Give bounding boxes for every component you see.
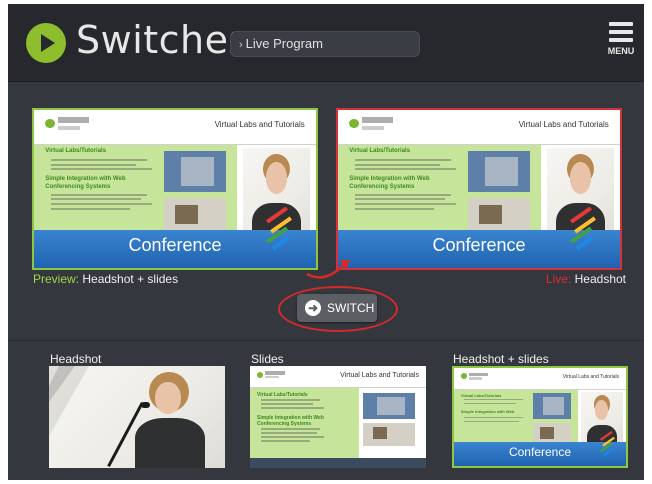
hamburger-icon <box>609 22 633 26</box>
slide-logo <box>45 117 90 131</box>
arrow-right-icon: ➜ <box>305 300 321 316</box>
live-key: Live: <box>545 272 572 286</box>
hamburger-icon-bar <box>609 30 633 34</box>
slide-heading: Conferencing Systems <box>349 184 415 191</box>
slide-header: Virtual Labs and Tutorials <box>338 110 620 145</box>
chevron-right-icon: › <box>239 39 243 51</box>
app-header: Switcher › Live Program MENU <box>8 4 644 82</box>
source-headshot-slides[interactable]: Virtual Labs and Tutorials Virtual Labs/… <box>452 366 628 468</box>
slide-title: Virtual Labs and Tutorials <box>214 120 305 130</box>
program-select[interactable]: › Live Program <box>230 31 420 57</box>
slide-heading: Virtual Labs/Tutorials <box>460 392 502 398</box>
slide-logo <box>349 117 394 131</box>
switch-button[interactable]: ➜ SWITCH <box>297 294 377 322</box>
preview-slide: Virtual Labs and Tutorials Virtual Labs/… <box>34 110 316 268</box>
conference-logo-icon <box>570 207 597 251</box>
source-slides[interactable]: Virtual Labs and Tutorials Virtual Labs/… <box>250 366 426 468</box>
headshot-slides-thumbnail: Virtual Labs and Tutorials Virtual Labs/… <box>454 368 626 466</box>
slide-logo <box>257 370 285 380</box>
live-monitor[interactable]: Virtual Labs and Tutorials Virtual Labs/… <box>336 108 622 270</box>
source-headshot[interactable] <box>49 366 225 468</box>
preview-key: Preview: <box>33 272 80 286</box>
source-label-headshot-slides: Headshot + slides <box>453 352 549 366</box>
live-value: Headshot <box>574 272 626 286</box>
switcher-app: Switcher › Live Program MENU Virtual Labs… <box>8 4 644 480</box>
slide-header: Virtual Labs and Tutorials <box>34 110 316 145</box>
slides-thumbnail: Virtual Labs and Tutorials Virtual Labs/… <box>250 366 426 468</box>
live-slide: Virtual Labs and Tutorials Virtual Labs/… <box>338 110 620 268</box>
preview-label: Preview: Headshot + slides <box>33 272 178 286</box>
menu-label: MENU <box>607 46 635 56</box>
menu-button[interactable]: MENU <box>606 22 636 56</box>
slide-title: Virtual Labs and Tutorials <box>518 120 609 130</box>
divider <box>8 340 644 341</box>
hamburger-icon-bar <box>609 38 633 42</box>
slide-header: Virtual Labs and Tutorials <box>250 366 426 389</box>
conference-logo-icon <box>600 430 616 457</box>
source-label-slides: Slides <box>251 352 284 366</box>
source-label-headshot: Headshot <box>50 352 102 366</box>
conference-logo-icon <box>266 207 293 251</box>
preview-monitor[interactable]: Virtual Labs and Tutorials Virtual Labs/… <box>32 108 318 270</box>
play-logo-icon <box>26 23 66 63</box>
slide-footer <box>250 457 426 468</box>
slide-heading: Conferencing Systems <box>257 421 312 428</box>
conference-banner: Conference <box>454 430 626 466</box>
slide-title: Virtual Labs and Tutorials <box>340 372 419 380</box>
slide-header: Virtual Labs and Tutorials <box>454 368 626 390</box>
conference-banner: Conference <box>338 207 620 268</box>
conference-banner: Conference <box>34 207 316 268</box>
slide-heading: Virtual Labs/Tutorials <box>349 147 411 154</box>
headshot-photo <box>49 366 225 468</box>
preview-value: Headshot + slides <box>82 272 179 286</box>
slide-heading: Simple Integration with Web <box>460 409 515 415</box>
slide-heading: Simple Integration with Web <box>257 414 324 421</box>
slide-heading: Simple Integration with Web <box>45 176 126 183</box>
slide-heading: Simple Integration with Web <box>349 176 430 183</box>
curved-arrow-icon <box>306 260 350 279</box>
slide-heading: Conferencing Systems <box>45 184 111 191</box>
switch-label: SWITCH <box>327 301 375 315</box>
slide-logo <box>460 372 489 381</box>
slide-heading: Virtual Labs/Tutorials <box>45 147 107 154</box>
live-label: Live: Headshot <box>546 272 626 286</box>
program-select-label: Live Program <box>245 36 323 51</box>
slide-title: Virtual Labs and Tutorials <box>562 374 620 381</box>
slide-heading: Virtual Labs/Tutorials <box>257 391 308 398</box>
app-title: Switcher <box>76 18 245 62</box>
